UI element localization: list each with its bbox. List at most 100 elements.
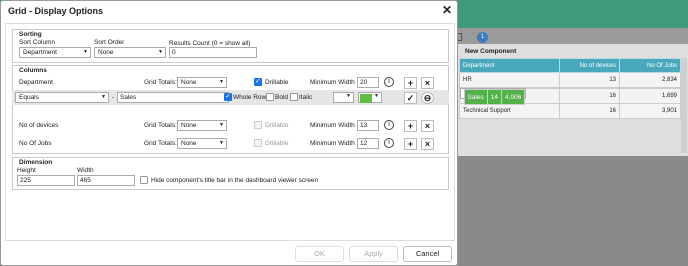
height-input[interactable]: 225 — [17, 175, 75, 186]
font-color-picker[interactable]: ▼ — [333, 92, 354, 103]
component-grid: Department No of devices No Of Jobs HR 1… — [459, 58, 681, 119]
column-name-jobs: No Of Jobs — [19, 140, 52, 147]
chevron-down-icon: ▼ — [219, 79, 224, 85]
whole-row-checkbox[interactable] — [224, 92, 232, 101]
background-color-picker[interactable]: ▼ — [358, 92, 382, 103]
min-width-input[interactable]: 12 — [357, 138, 379, 149]
grid-cell: 13 — [559, 72, 620, 88]
page-number-badge[interactable]: 1 — [477, 32, 488, 43]
grid-cell: 2,834 — [619, 72, 681, 88]
remove-button[interactable]: × — [421, 138, 434, 150]
min-width-input[interactable]: 20 — [357, 77, 379, 88]
chevron-down-icon: ▼ — [219, 140, 224, 146]
grid-cell: Technical Support — [459, 103, 560, 119]
drillable-label: Drillable — [265, 140, 289, 147]
grid-cell: 1,699 — [619, 88, 681, 104]
grid-totals-select[interactable]: None ▼ — [177, 77, 227, 88]
color-swatch — [360, 94, 372, 103]
whole-row-label: Whole Row — [233, 94, 267, 101]
drillable-checkbox[interactable] — [254, 121, 262, 129]
grid-totals-select[interactable]: None ▼ — [177, 138, 227, 149]
grid-totals-value: None — [181, 140, 197, 147]
condition-operator-select[interactable]: Equals ▼ — [15, 92, 109, 103]
results-count-label: Results Count (0 = show all) — [169, 40, 251, 47]
italic-label: Italic — [299, 94, 313, 101]
remove-button[interactable]: × — [421, 120, 434, 132]
width-input[interactable]: 465 — [77, 175, 135, 186]
sort-column-label: Sort Column — [19, 39, 56, 46]
chevron-down-icon: ▼ — [346, 93, 351, 99]
sort-order-value: None — [98, 49, 114, 56]
chevron-down-icon: ▼ — [219, 122, 224, 128]
grid-header-row: Department No of devices No Of Jobs — [459, 58, 681, 73]
width-label: Width — [77, 167, 94, 174]
cancel-button[interactable]: Cancel — [403, 246, 452, 262]
grid-cell: Sales — [463, 89, 488, 105]
grid-totals-label: Grid Totals: — [144, 140, 177, 147]
sort-order-label: Sort Order — [94, 39, 125, 46]
remove-button[interactable]: × — [421, 77, 434, 89]
columns-title: Columns — [19, 67, 47, 74]
grid-cell: 16 — [559, 103, 620, 119]
grid-cell: HR — [459, 72, 560, 88]
dialog-body: Sorting Sort Column Department ▼ Sort Ord… — [5, 23, 455, 241]
grid-header-jobs[interactable]: No Of Jobs — [619, 58, 681, 73]
condition-dash: - — [112, 94, 115, 101]
drillable-checkbox[interactable] — [254, 77, 262, 86]
grid-header-department[interactable]: Department — [459, 58, 560, 73]
info-icon[interactable]: i — [384, 120, 394, 130]
chevron-down-icon: ▼ — [158, 49, 163, 55]
grid-scrollbar[interactable] — [681, 58, 687, 153]
drillable-label: Drillable — [265, 122, 289, 129]
grid-cell: 4,006 — [500, 89, 526, 105]
add-button[interactable]: + — [404, 77, 417, 89]
drillable-checkbox[interactable] — [254, 139, 262, 147]
close-icon[interactable]: ✕ — [442, 3, 452, 17]
bold-checkbox[interactable] — [266, 93, 274, 101]
grid-totals-value: None — [181, 122, 197, 129]
add-button[interactable]: + — [404, 138, 417, 150]
dialog-title: Grid - Display Options — [8, 6, 104, 16]
chevron-down-icon: ▼ — [101, 94, 106, 100]
chevron-down-icon: ▼ — [374, 93, 379, 99]
confirm-condition-button[interactable]: ✓ — [404, 92, 417, 104]
sorting-title: Sorting — [19, 31, 42, 38]
remove-condition-button[interactable]: ⊖ — [421, 92, 434, 104]
chevron-down-icon: ▼ — [83, 49, 88, 55]
results-count-input[interactable]: 0 — [169, 47, 257, 58]
grid-totals-label: Grid Totals: — [144, 122, 177, 129]
add-button[interactable]: + — [404, 120, 417, 132]
bold-label: Bold — [275, 94, 289, 101]
grid-cell: 16 — [559, 88, 620, 104]
toolbar-strip — [456, 28, 688, 44]
italic-checkbox[interactable] — [290, 93, 298, 101]
sort-column-select[interactable]: Department ▼ — [19, 47, 91, 58]
info-icon[interactable]: i — [384, 77, 394, 87]
component-title: New Component — [465, 48, 517, 55]
dimension-section: Dimension Height 225 Width 465 Hide comp… — [12, 157, 449, 190]
drillable-label: Drillable — [265, 79, 289, 86]
height-label: Height — [17, 167, 36, 174]
hide-titlebar-checkbox[interactable] — [140, 176, 148, 184]
table-row[interactable]: HR 13 2,834 — [459, 72, 681, 88]
grid-header-devices[interactable]: No of devices — [559, 58, 620, 73]
table-row[interactable]: Technical Support 16 3,901 — [459, 103, 681, 119]
column-name-devices: No of devices — [19, 122, 59, 129]
apply-button[interactable]: Apply — [349, 246, 398, 262]
grid-totals-value: None — [181, 79, 197, 86]
grid-cell: 3,901 — [619, 103, 681, 119]
min-width-label: Minimum Width — [310, 79, 355, 86]
table-row[interactable]: Sales 14 4,006 — [459, 88, 527, 105]
grid-totals-select[interactable]: None ▼ — [177, 120, 227, 131]
info-icon[interactable]: i — [384, 138, 394, 148]
sort-order-select[interactable]: None ▼ — [94, 47, 166, 58]
sorting-section: Sorting Sort Column Department ▼ Sort Ord… — [12, 29, 449, 63]
grid-totals-label: Grid Totals: — [144, 79, 177, 86]
min-width-input[interactable]: 13 — [357, 120, 379, 131]
sort-column-value: Department — [23, 49, 57, 56]
condition-value-input[interactable]: Sales — [117, 92, 229, 103]
min-width-label: Minimum Width — [310, 140, 355, 147]
hide-titlebar-label: Hide component's title bar in the dashbo… — [151, 177, 319, 184]
ok-button[interactable]: OK — [295, 246, 344, 262]
min-width-label: Minimum Width — [310, 122, 355, 129]
